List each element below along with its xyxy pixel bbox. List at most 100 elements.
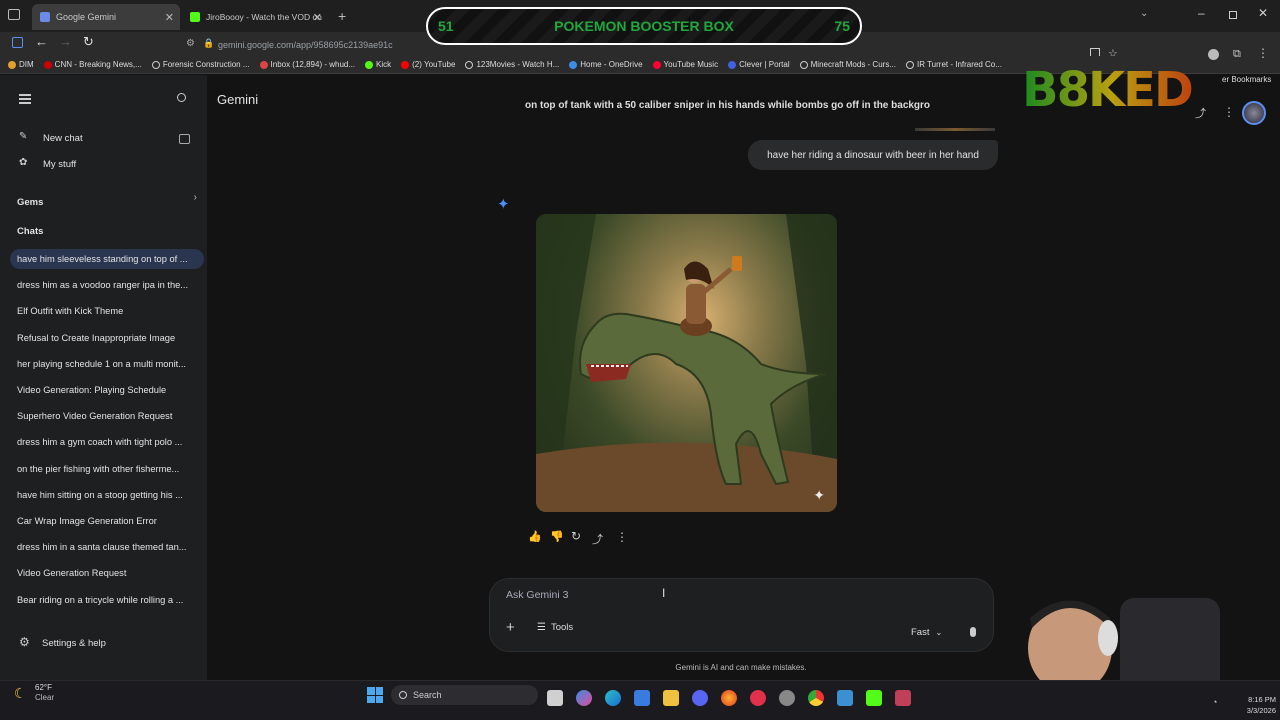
account-avatar[interactable] [1242,101,1266,125]
profile-icon[interactable] [1208,49,1219,60]
weather-widget[interactable]: ☾ 62°F Clear [14,683,74,713]
discord-icon[interactable] [692,690,708,706]
text-cursor-icon: I [662,586,666,600]
file-explorer-icon[interactable] [663,690,679,706]
chat-history-item[interactable]: Car Wrap Image Generation Error [10,511,204,531]
copilot-icon[interactable] [576,690,592,706]
firefox-icon[interactable] [721,690,737,706]
bookmark-item[interactable]: YouTube Music [652,60,718,69]
bookmark-item[interactable]: Home - OneDrive [569,60,643,69]
forward-button[interactable]: → [59,34,72,49]
tab-kick[interactable]: JiroBoooy - Watch the VOD on ✕ [182,4,328,30]
bookmark-item[interactable]: Forensic Construction ... [151,60,250,69]
bookmark-item[interactable]: Clever | Portal [728,60,790,69]
banner-right-count: 75 [834,18,850,34]
wifi-icon[interactable]: ◔ [1212,697,1217,707]
search-icon[interactable] [177,93,186,102]
close-window-button[interactable]: ✕ [1258,6,1268,20]
chat-history-item[interactable]: Video Generation Request [10,563,204,583]
share-response-button[interactable]: ⤴ [592,531,603,547]
bookmark-item[interactable]: Kick [365,60,391,69]
chats-heading: Chats [17,226,44,237]
bookmark-item[interactable]: Inbox (12,894) - whud... [259,60,355,69]
settings-help-button[interactable]: ⚙ Settings & help [17,635,197,652]
bookmark-item[interactable]: IR Turret - Infrared Co... [906,60,1002,69]
stream-logo-text: B8KED [1022,62,1192,118]
thumbs-down-button[interactable]: 👎 [550,530,564,543]
stream-goal-banner: 51 POKEMON BOOSTER BOX 75 [426,7,862,45]
chrome-icon[interactable] [808,690,824,706]
moon-icon: ☾ [14,685,27,701]
chat-history-item[interactable]: on the pier fishing with other fisherme.… [10,459,204,479]
tools-button[interactable]: ☰ Tools [537,622,573,633]
task-view-icon[interactable] [547,690,563,706]
clock-time: 8:16 PM [1248,695,1276,704]
new-chat-label: New chat [43,133,83,144]
other-bookmarks[interactable]: er Bookmarks [1222,75,1271,84]
clever-icon [728,60,737,69]
banner-title: POKEMON BOOSTER BOX [554,18,734,34]
maximize-button[interactable] [1229,11,1237,19]
bookmark-item[interactable]: DIM [8,60,34,69]
thumbs-up-button[interactable]: 👍 [528,530,542,543]
close-tab-icon[interactable]: ✕ [313,11,322,24]
edge-icon[interactable] [605,690,621,706]
weather-desc: Clear [35,693,55,702]
mode-selector[interactable]: Fast ⌄ [911,627,942,638]
chat-history-item[interactable]: her playing schedule 1 on a multi monit.… [10,354,204,374]
sidebar-toggle-icon[interactable] [12,37,23,48]
tab-gemini[interactable]: Google Gemini ✕ [32,4,180,30]
minimize-button[interactable]: – [1198,6,1205,20]
new-tab-button[interactable]: + [338,8,346,24]
chat-history-item[interactable]: Superhero Video Generation Request [10,406,204,426]
new-chat-button[interactable]: ✎ New chat [17,131,197,147]
my-stuff-button[interactable]: ✿ My stuff [17,157,197,173]
add-files-button[interactable]: + [506,619,515,636]
chat-history-item[interactable]: dress him in a santa clause themed tan..… [10,537,204,557]
reload-button[interactable]: ↻ [83,34,94,50]
extensions-icon[interactable]: ⧉ [1233,48,1241,61]
bookmark-item[interactable]: Minecraft Mods - Curs... [799,60,896,69]
tab-title: Google Gemini [56,12,117,22]
chat-history-item[interactable]: dress him as a voodoo ranger ipa in the.… [10,275,204,295]
prompt-input[interactable]: Ask Gemini 3 [506,589,976,607]
site-info-icon[interactable]: ⚙ [186,38,195,49]
chat-history-item[interactable]: Elf Outfit with Kick Theme [10,301,204,321]
taskbar-search[interactable]: Search [391,685,538,705]
chat-history-item[interactable]: have him sitting on a stoop getting his … [10,485,204,505]
browser-menu-icon[interactable]: ⋮ [1257,46,1269,60]
regenerate-button[interactable]: ↻ [571,529,581,543]
snipping-tool-icon[interactable] [895,690,911,706]
menu-icon[interactable] [19,94,31,104]
bookmark-icon [8,60,16,69]
chat-history-item[interactable]: Video Generation: Playing Schedule [10,380,204,400]
onedrive-icon [569,60,578,69]
gems-section[interactable]: Gems › [17,192,199,208]
photos-icon[interactable] [837,690,853,706]
media-player-icon[interactable] [750,690,766,706]
bookmark-item[interactable]: CNN - Breaking News,... [43,60,142,69]
app-menu-icon[interactable]: ⋮ [1223,105,1235,119]
banner-left-count: 51 [438,18,454,34]
store-icon[interactable] [634,690,650,706]
more-options-button[interactable]: ⋮ [616,530,628,544]
generated-image[interactable]: ✦ [536,214,837,512]
bookmark-item[interactable]: 123Movies - Watch H... [465,60,559,69]
settings-app-icon[interactable] [779,690,795,706]
chat-history-item[interactable]: dress him a gym coach with tight polo ..… [10,432,204,452]
temporary-chat-icon[interactable] [179,134,190,144]
kick-app-icon[interactable] [866,690,882,706]
bookmark-item[interactable]: (2) YouTube [401,60,455,69]
chat-history-item[interactable]: have him sleeveless standing on top of .… [10,249,204,269]
microphone-icon[interactable] [970,627,976,637]
tab-actions-icon[interactable] [8,9,20,20]
back-button[interactable]: ← [35,34,48,49]
tab-search-icon[interactable]: ⌄ [1140,8,1148,19]
app-title[interactable]: Gemini [217,92,258,107]
chat-history-item[interactable]: Bear riding on a tricycle while rolling … [10,590,204,610]
close-tab-icon[interactable]: ✕ [165,11,174,24]
bookmark-icon [43,60,52,69]
chat-history-item[interactable]: Refusal to Create Inappropriate Image [10,328,204,348]
clock[interactable]: 8:16 PM 3/3/2026 [1232,694,1276,716]
start-button[interactable] [367,687,383,703]
